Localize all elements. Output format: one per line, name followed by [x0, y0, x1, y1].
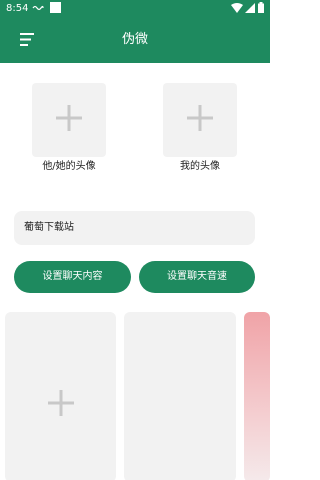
chat-card-2[interactable]: [124, 312, 236, 480]
site-text: 葡萄下载站: [24, 222, 74, 233]
plus-icon: [187, 105, 213, 135]
plus-icon: [47, 390, 74, 420]
chat-card-3[interactable]: [244, 312, 270, 480]
other-avatar-picker[interactable]: [32, 83, 106, 157]
set-chat-sound-button[interactable]: 设置聊天音速: [139, 261, 255, 293]
chat-card-1[interactable]: [5, 312, 116, 480]
page-title: 伪微: [121, 32, 148, 47]
my-avatar-picker[interactable]: [163, 83, 237, 157]
status-time: 8:54: [6, 3, 29, 14]
notification-icon: [32, 3, 44, 13]
other-avatar-label: 他/她的头像: [42, 161, 96, 172]
notification-square-icon: [50, 2, 61, 13]
set-chat-content-button[interactable]: 设置聊天内容: [14, 261, 131, 293]
battery-icon: [258, 2, 264, 13]
my-avatar-label: 我的头像: [180, 161, 220, 172]
app-bar: 伪微: [0, 18, 270, 63]
plus-icon: [56, 105, 82, 135]
status-bar: 8:54: [0, 0, 270, 18]
site-field[interactable]: 葡萄下载站: [14, 211, 255, 245]
wifi-icon: [231, 3, 243, 13]
signal-icon: [245, 3, 255, 13]
